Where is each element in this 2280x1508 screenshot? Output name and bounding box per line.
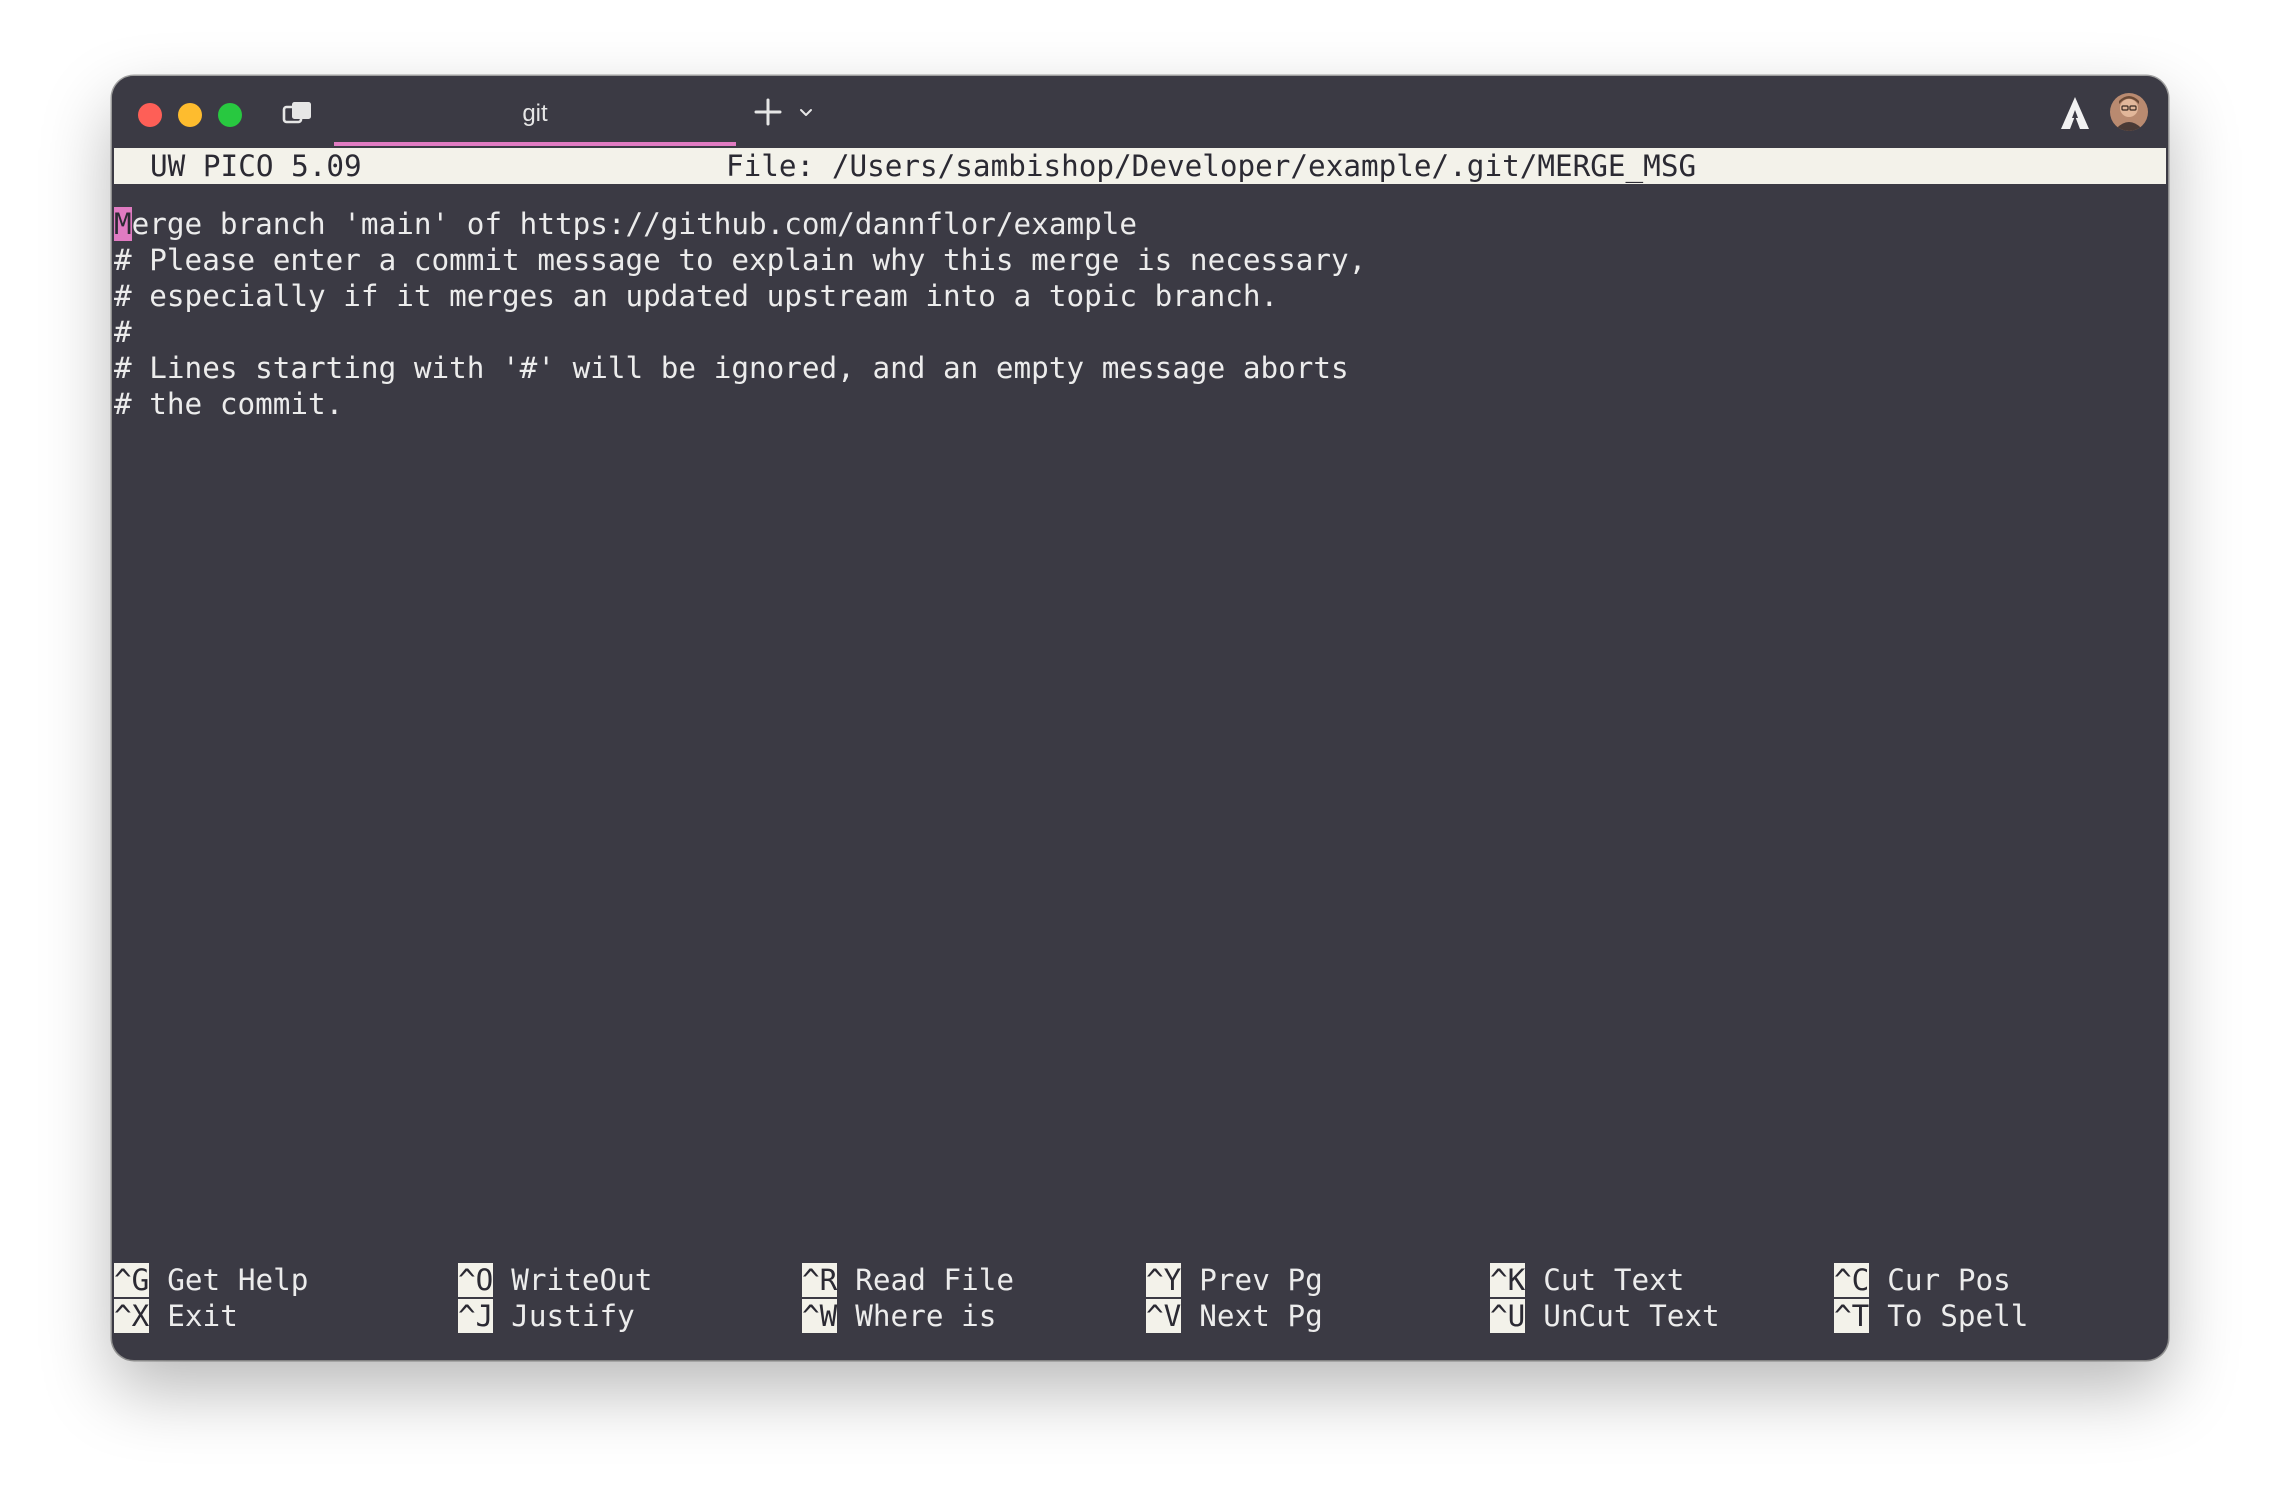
shortcut-key: ^R	[802, 1263, 838, 1297]
tab-git[interactable]: git	[334, 76, 736, 146]
shortcut-read-file: ^R Read File	[802, 1262, 1014, 1298]
shortcut-key: ^X	[114, 1299, 150, 1333]
shortcut-label: Justify	[511, 1299, 635, 1333]
shortcut-label: Cut Text	[1543, 1263, 1685, 1297]
shortcut-key: ^V	[1146, 1299, 1182, 1333]
shortcut-cur-pos: ^C Cur Pos	[1834, 1262, 2011, 1298]
shortcut-label: Exit	[167, 1299, 238, 1333]
pico-status-bar: UW PICO 5.09 File: /Users/sambishop/Deve…	[114, 148, 2166, 184]
shortcut-key: ^O	[458, 1263, 494, 1297]
shortcut-next-page: ^V Next Pg	[1146, 1298, 1323, 1334]
shortcut-key: ^K	[1490, 1263, 1526, 1297]
shortcut-get-help: ^G Get Help	[114, 1262, 308, 1298]
shortcut-uncut-text: ^U UnCut Text	[1490, 1298, 1720, 1334]
comment-line: # Please enter a commit message to expla…	[114, 243, 1367, 277]
editor-text-area[interactable]: Merge branch 'main' of https://github.co…	[114, 206, 2166, 422]
shortcut-label: Next Pg	[1199, 1299, 1323, 1333]
shortcut-key: ^T	[1834, 1299, 1870, 1333]
comment-line: # Lines starting with '#' will be ignore…	[114, 351, 1349, 385]
shortcut-help-bar: ^G Get Help ^X Exit ^O WriteOut ^J Justify ^…	[114, 1262, 2166, 1334]
shortcut-label: Cur Pos	[1887, 1263, 2011, 1297]
shortcut-justify: ^J Justify	[458, 1298, 635, 1334]
comment-line: # especially if it merges an updated ups…	[114, 279, 1279, 313]
shortcut-label: To Spell	[1887, 1299, 2029, 1333]
warp-logo-icon[interactable]	[2060, 96, 2090, 130]
shortcut-prev-page: ^Y Prev Pg	[1146, 1262, 1323, 1298]
terminal-pane[interactable]: UW PICO 5.09 File: /Users/sambishop/Deve…	[114, 146, 2166, 1358]
shortcut-exit: ^X Exit	[114, 1298, 238, 1334]
shortcut-label: WriteOut	[511, 1263, 653, 1297]
title-bar: git	[112, 76, 2168, 146]
shortcut-where-is: ^W Where is	[802, 1298, 996, 1334]
shortcut-key: ^U	[1490, 1299, 1526, 1333]
comment-line: # the commit.	[114, 387, 344, 421]
shortcut-writeout: ^O WriteOut	[458, 1262, 652, 1298]
shortcut-key: ^J	[458, 1299, 494, 1333]
shortcut-key: ^W	[802, 1299, 838, 1333]
zoom-window-button[interactable]	[218, 103, 242, 127]
shortcut-key: ^G	[114, 1263, 150, 1297]
merge-message-line: erge branch 'main' of https://github.com…	[131, 207, 1138, 241]
text-line: Merge branch 'main' of https://github.co…	[114, 206, 2166, 242]
shortcut-label: UnCut Text	[1543, 1299, 1720, 1333]
chevron-down-icon[interactable]	[798, 106, 814, 118]
editor-version: UW PICO 5.09	[150, 149, 362, 183]
shortcut-key: ^Y	[1146, 1263, 1182, 1297]
tab-overview-icon[interactable]	[282, 100, 314, 126]
plus-icon[interactable]	[752, 96, 784, 128]
shortcut-cut-text: ^K Cut Text	[1490, 1262, 1684, 1298]
minimize-window-button[interactable]	[178, 103, 202, 127]
shortcut-to-spell: ^T To Spell	[1834, 1298, 2028, 1334]
file-path: File: /Users/sambishop/Developer/example…	[726, 149, 1697, 183]
tab-title: git	[522, 100, 548, 127]
shortcut-label: Prev Pg	[1199, 1263, 1323, 1297]
text-cursor: M	[114, 207, 132, 241]
shortcut-label: Get Help	[167, 1263, 309, 1297]
shortcut-key: ^C	[1834, 1263, 1870, 1297]
shortcut-label: Read File	[855, 1263, 1015, 1297]
shortcut-label: Where is	[855, 1299, 997, 1333]
comment-line: #	[114, 315, 132, 349]
close-window-button[interactable]	[138, 103, 162, 127]
user-avatar[interactable]	[2110, 93, 2148, 131]
terminal-window: git UW PICO 5.09 File: /Users/sambishop/…	[112, 76, 2168, 1360]
